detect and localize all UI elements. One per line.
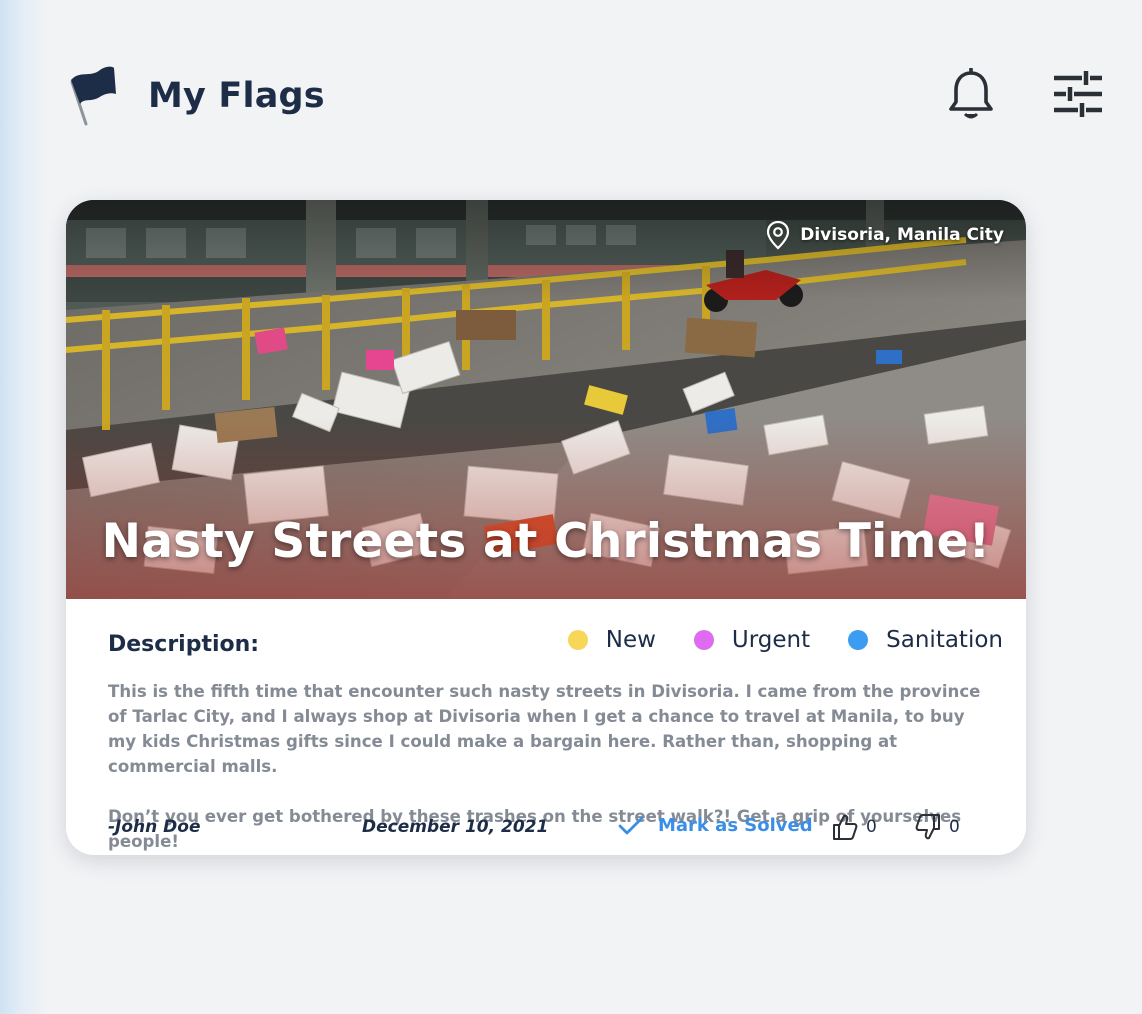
tag-urgent: Urgent <box>693 627 811 653</box>
location-label: Divisoria, Manila City <box>800 225 1004 245</box>
card-body: Description: New Urgent Sanitation This … <box>66 599 1026 855</box>
card-footer: -John Doe December 10, 2021 Mark as Solv… <box>66 813 1026 841</box>
mark-solved-button[interactable]: Mark as Solved <box>618 815 813 836</box>
like-count: 0 <box>866 817 877 837</box>
mark-solved-label: Mark as Solved <box>658 815 813 836</box>
post-date: December 10, 2021 <box>362 817 549 837</box>
status-dot-icon <box>693 630 714 650</box>
status-dot-icon <box>848 630 869 650</box>
flag-photo: Divisoria, Manila City Nasty Streets at … <box>66 200 1026 599</box>
tag-label: Urgent <box>731 627 811 653</box>
location-tag: Divisoria, Manila City <box>766 220 1004 250</box>
page-header: My Flags <box>0 0 1142 170</box>
description-label: Description: <box>108 632 260 657</box>
page-title: My Flags <box>148 76 325 116</box>
flag-title: Nasty Streets at Christmas Time! <box>101 514 991 569</box>
dislike-count: 0 <box>949 817 960 837</box>
tag-new: New <box>567 627 656 653</box>
author-name: -John Doe <box>108 817 201 837</box>
status-dot-icon <box>567 630 588 650</box>
checkmark-icon <box>618 816 644 834</box>
thumbs-down-icon <box>915 814 940 840</box>
sliders-icon[interactable] <box>1052 70 1104 118</box>
tag-label: Sanitation <box>886 627 1003 653</box>
map-pin-icon <box>767 220 790 250</box>
bell-icon[interactable] <box>948 68 994 122</box>
tag-list: New Urgent Sanitation <box>530 627 1003 653</box>
dislike-button[interactable]: 0 <box>915 813 960 841</box>
flag-icon <box>70 66 116 126</box>
like-button[interactable]: 0 <box>832 813 877 841</box>
flag-card[interactable]: Divisoria, Manila City Nasty Streets at … <box>66 200 1026 855</box>
thumbs-up-icon <box>833 814 858 840</box>
description-paragraph: This is the fifth time that encounter su… <box>108 682 981 776</box>
tag-sanitation: Sanitation <box>848 627 1003 653</box>
tag-label: New <box>605 627 656 653</box>
